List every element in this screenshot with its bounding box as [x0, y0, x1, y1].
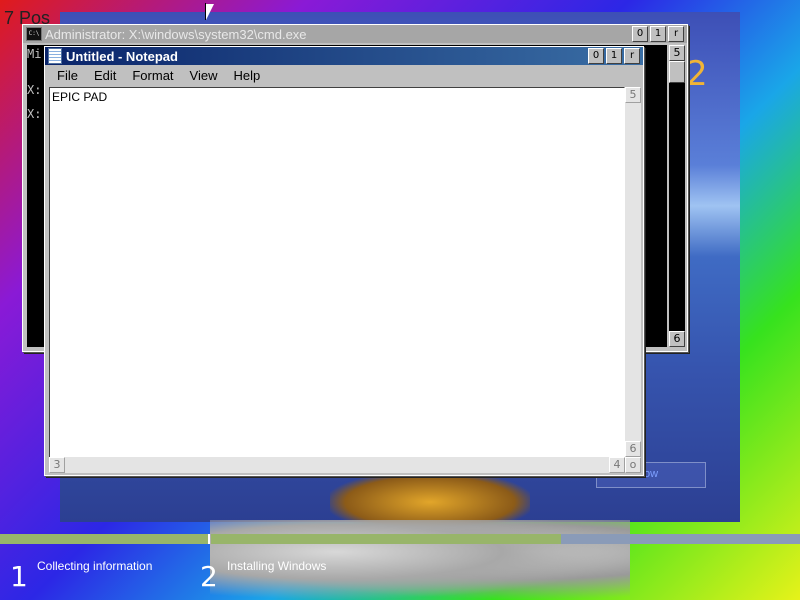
scroll-down-button[interactable]: 6	[625, 441, 641, 457]
cmd-line: Mi	[27, 47, 42, 61]
step-number: 1	[10, 560, 28, 593]
menu-help[interactable]: Help	[225, 68, 268, 83]
menu-file[interactable]: File	[49, 68, 86, 83]
cmd-app-icon: C:\	[26, 27, 42, 41]
menu-edit[interactable]: Edit	[86, 68, 124, 83]
close-button[interactable]: r	[668, 26, 684, 42]
horizontal-scrollbar[interactable]: 3 4	[49, 457, 625, 473]
step-number: 2	[200, 560, 218, 593]
scroll-up-button[interactable]: 5	[625, 87, 641, 103]
step-label: Collecting information	[37, 559, 153, 573]
size-grip[interactable]: o	[625, 457, 641, 473]
maximize-button[interactable]: 1	[606, 48, 622, 64]
progress-segment-installing	[211, 534, 561, 544]
background-number: 2	[686, 54, 708, 94]
progress-segment-remaining	[561, 534, 800, 544]
menu-bar: File Edit Format View Help	[45, 65, 643, 85]
vertical-scrollbar[interactable]: 5 6	[625, 87, 641, 457]
minimize-button[interactable]: 0	[632, 26, 648, 42]
notepad-icon	[48, 48, 62, 64]
mouse-cursor-icon	[205, 3, 214, 20]
step-label: Installing Windows	[227, 559, 327, 573]
cmd-title: Administrator: X:\windows\system32\cmd.e…	[45, 26, 307, 42]
editor-content: EPIC PAD	[52, 90, 108, 104]
menu-format[interactable]: Format	[124, 68, 181, 83]
progress-segment-collecting	[0, 534, 210, 544]
menu-view[interactable]: View	[182, 68, 226, 83]
scroll-left-button[interactable]: 3	[49, 457, 65, 473]
maximize-button[interactable]: 1	[650, 26, 666, 42]
cmd-line: X:	[27, 83, 42, 97]
scroll-down-button[interactable]: 6	[669, 331, 685, 347]
notepad-titlebar[interactable]: Untitled - Notepad 0 1 r	[45, 47, 643, 65]
cmd-scrollbar[interactable]: 5 6	[669, 45, 685, 347]
scroll-up-button[interactable]: 5	[669, 45, 685, 61]
cmd-line: X:	[27, 107, 42, 121]
minimize-button[interactable]: 0	[588, 48, 604, 64]
cmd-titlebar[interactable]: C:\ Administrator: X:\windows\system32\c…	[23, 25, 687, 43]
notepad-title: Untitled - Notepad	[66, 48, 178, 64]
scroll-right-button[interactable]: 4	[609, 457, 625, 473]
text-editor[interactable]: EPIC PAD	[49, 87, 625, 459]
close-button[interactable]: r	[624, 48, 640, 64]
scroll-thumb[interactable]	[669, 61, 685, 83]
notepad-window[interactable]: Untitled - Notepad 0 1 r File Edit Forma…	[44, 46, 644, 476]
setup-progress	[0, 534, 800, 544]
